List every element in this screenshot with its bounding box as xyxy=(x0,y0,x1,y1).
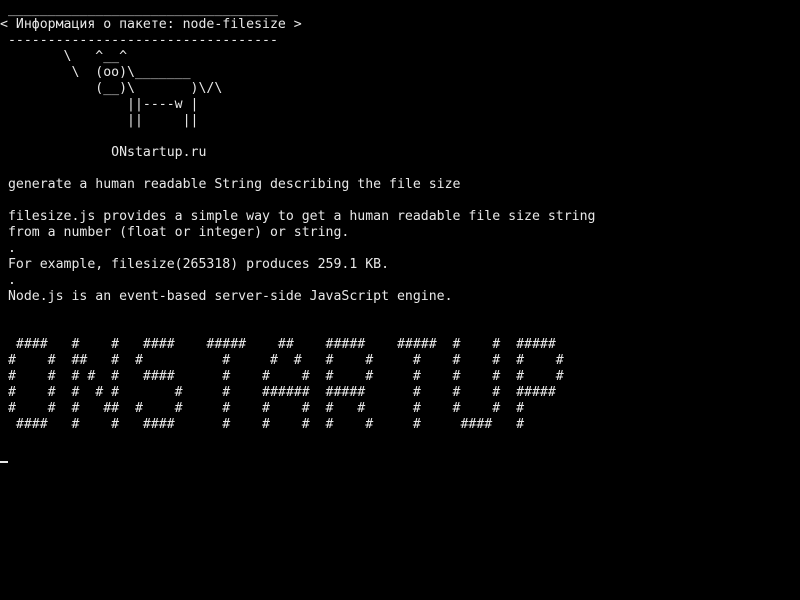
banner-art-line: # # # # # #### # # # # # # # # # # xyxy=(0,369,564,384)
cowsay-border-bottom: ---------------------------------- xyxy=(0,33,278,48)
cowsay-border-top: __________________________________ xyxy=(0,2,278,17)
description-line: from a number (float or integer) or stri… xyxy=(0,225,350,240)
terminal-screen[interactable]: __________________________________ < Инф… xyxy=(0,0,800,600)
cow-art-line: \ ^__^ xyxy=(0,49,128,64)
description-line: Node.js is an event-based server-side Ja… xyxy=(0,289,453,304)
description-line: filesize.js provides a simple way to get… xyxy=(0,209,596,224)
cow-art-line: \ (oo)\_______ xyxy=(0,65,191,80)
description-line: For example, filesize(265318) produces 2… xyxy=(0,257,390,272)
banner-art-line: # # # ## # # # # # # # # # # # xyxy=(0,401,525,416)
cow-art-line: (__)\ )\/\ xyxy=(0,81,223,96)
text-cursor xyxy=(0,461,8,463)
banner-art-line: #### # # #### ##### ## ##### ##### # # #… xyxy=(0,337,556,352)
cowsay-message: < Информация о пакете: node-filesize > xyxy=(0,17,302,32)
cow-art-line: || || xyxy=(0,113,199,128)
cow-art-line: ||----w | xyxy=(0,97,199,112)
description-dot: . xyxy=(0,273,16,288)
banner-art-line: # # # # # # # ###### ##### # # # ##### xyxy=(0,385,556,400)
site-name: ONstartup.ru xyxy=(0,145,207,160)
description-dot: . xyxy=(0,241,16,256)
banner-art-line: # # ## # # # # # # # # # # # # xyxy=(0,353,564,368)
banner-art-line: #### # # #### # # # # # # #### # xyxy=(0,417,525,432)
package-summary: generate a human readable String describ… xyxy=(0,177,461,192)
